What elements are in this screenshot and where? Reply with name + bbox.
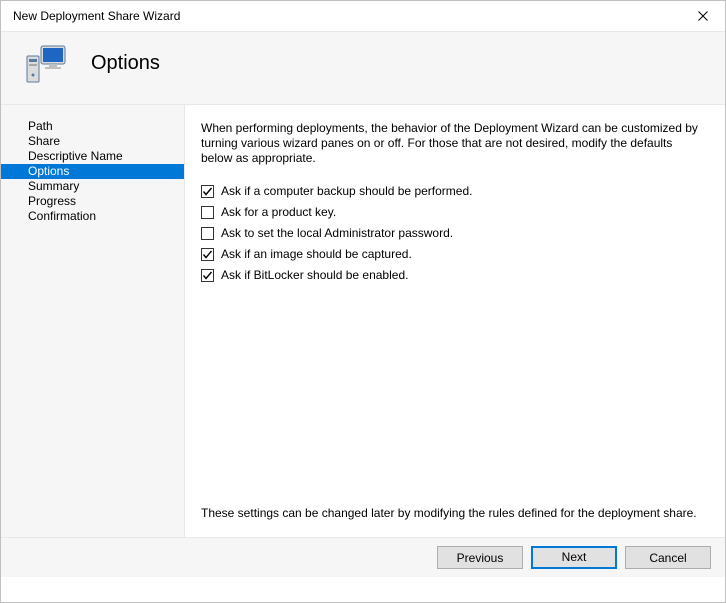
checkbox[interactable] (201, 269, 214, 282)
option-row[interactable]: Ask if BitLocker should be enabled. (201, 268, 707, 283)
nav-item-label: Share (28, 134, 60, 148)
nav-item-label: Descriptive Name (28, 149, 123, 163)
option-row[interactable]: Ask if a computer backup should be perfo… (201, 184, 707, 199)
option-label: Ask for a product key. (221, 205, 336, 220)
option-label: Ask to set the local Administrator passw… (221, 226, 453, 241)
intro-text: When performing deployments, the behavio… (201, 121, 707, 166)
option-label: Ask if an image should be captured. (221, 247, 412, 262)
nav-item-confirmation[interactable]: Confirmation (1, 209, 184, 224)
window-title: New Deployment Share Wizard (13, 9, 680, 23)
next-button[interactable]: Next (531, 546, 617, 569)
option-label: Ask if BitLocker should be enabled. (221, 268, 408, 283)
nav-item-progress[interactable]: Progress (1, 194, 184, 209)
checkbox[interactable] (201, 206, 214, 219)
nav-item-label: Confirmation (28, 209, 96, 223)
wizard-button-bar: Previous Next Cancel (1, 537, 725, 577)
wizard-body: PathShareDescriptive NameOptionsSummaryP… (1, 105, 725, 537)
cancel-button[interactable]: Cancel (625, 546, 711, 569)
nav-item-summary[interactable]: Summary (1, 179, 184, 194)
nav-item-path[interactable]: Path (1, 119, 184, 134)
wizard-header: Options (1, 31, 725, 105)
nav-item-label: Path (28, 119, 53, 133)
window-close-button[interactable] (680, 1, 725, 31)
computer-icon (23, 40, 69, 86)
options-list: Ask if a computer backup should be perfo… (201, 184, 707, 283)
close-icon (698, 11, 708, 21)
previous-button[interactable]: Previous (437, 546, 523, 569)
window-titlebar: New Deployment Share Wizard (1, 1, 725, 31)
checkbox[interactable] (201, 248, 214, 261)
checkbox[interactable] (201, 185, 214, 198)
nav-item-share[interactable]: Share (1, 134, 184, 149)
option-row[interactable]: Ask for a product key. (201, 205, 707, 220)
nav-item-options[interactable]: Options (1, 164, 184, 179)
nav-item-label: Options (28, 164, 69, 178)
wizard-content: When performing deployments, the behavio… (184, 105, 725, 537)
option-row[interactable]: Ask if an image should be captured. (201, 247, 707, 262)
footnote-text: These settings can be changed later by m… (201, 506, 707, 527)
nav-item-label: Summary (28, 179, 79, 193)
nav-item-descriptive-name[interactable]: Descriptive Name (1, 149, 184, 164)
checkbox[interactable] (201, 227, 214, 240)
option-label: Ask if a computer backup should be perfo… (221, 184, 472, 199)
page-title: Options (91, 52, 160, 75)
nav-item-label: Progress (28, 194, 76, 208)
wizard-nav: PathShareDescriptive NameOptionsSummaryP… (1, 105, 184, 537)
option-row[interactable]: Ask to set the local Administrator passw… (201, 226, 707, 241)
